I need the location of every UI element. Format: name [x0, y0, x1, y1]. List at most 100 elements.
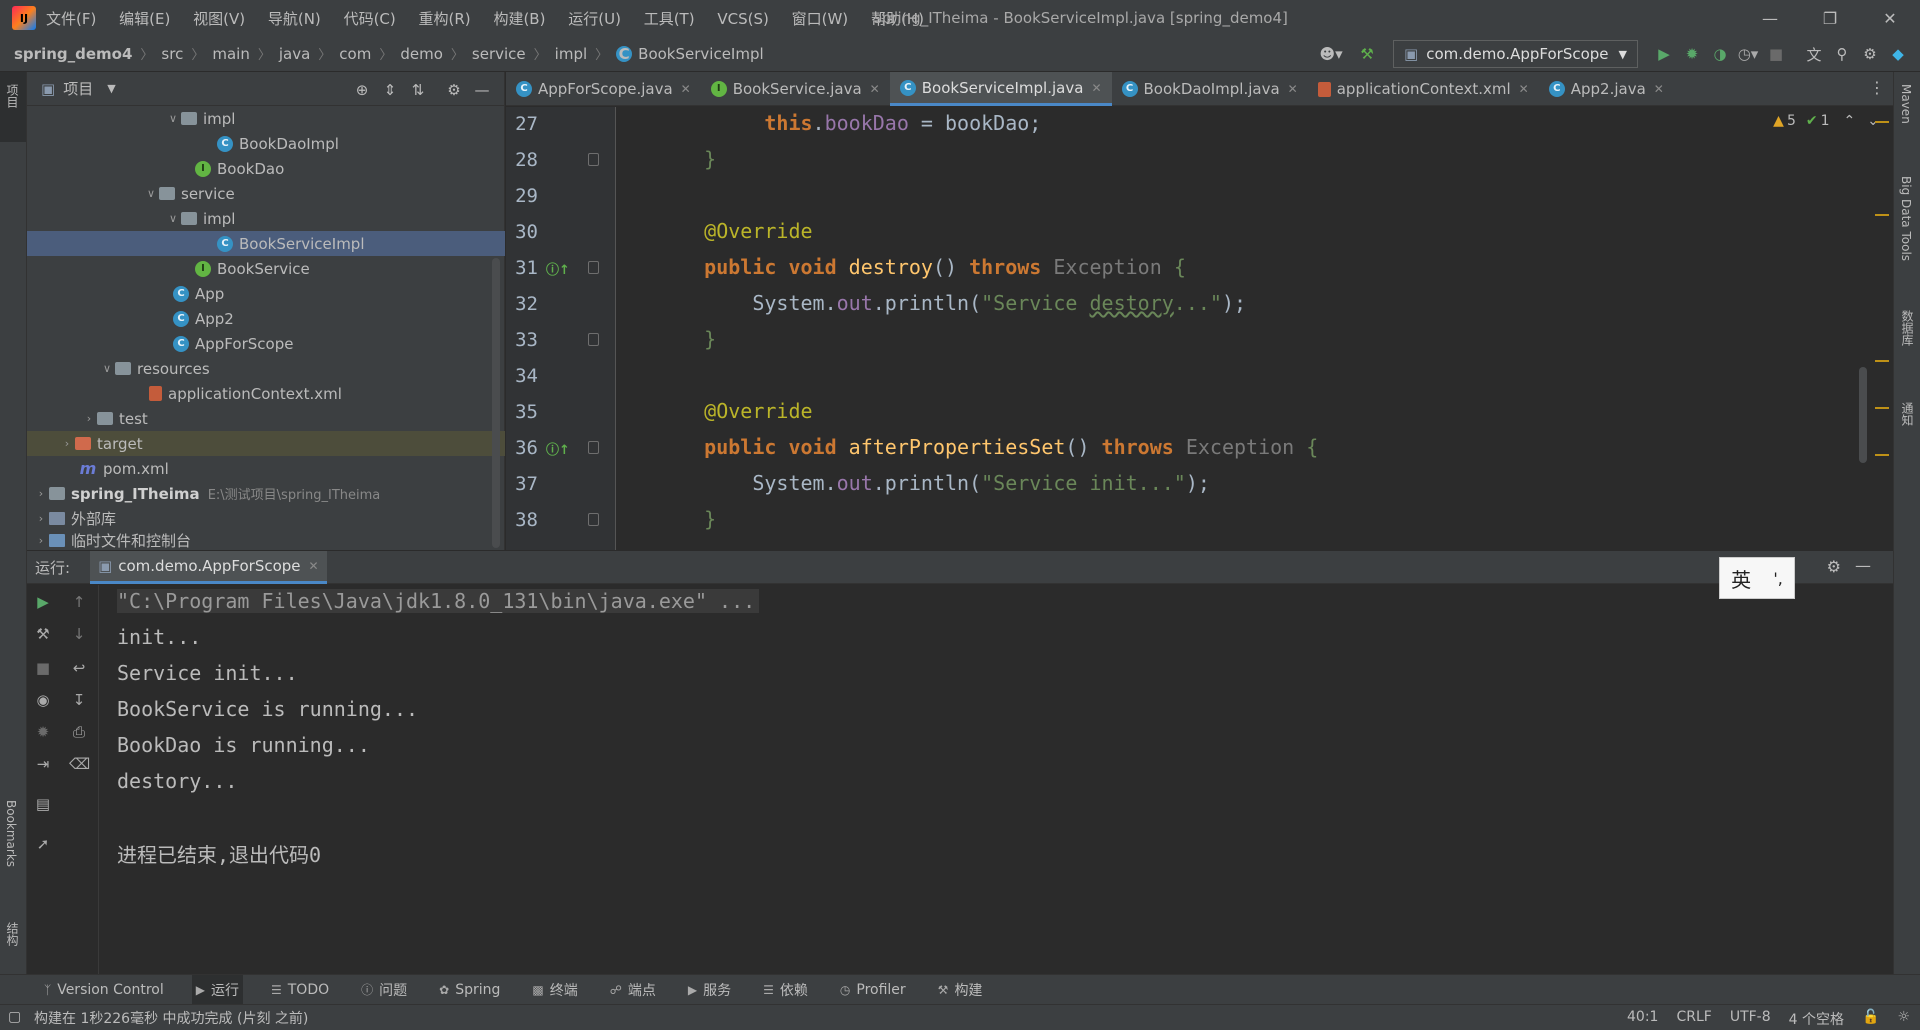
tool-services[interactable]: ▶ 服务 — [684, 975, 735, 1005]
line-separator[interactable]: CRLF — [1676, 1009, 1711, 1029]
build-hammer-icon[interactable]: ⚒ — [1353, 40, 1381, 68]
more-tabs-icon[interactable]: ⋮ — [1869, 78, 1885, 97]
fold-marker-icon[interactable] — [588, 261, 599, 274]
tool-run[interactable]: ▶ 运行 — [191, 974, 243, 1005]
breadcrumb-class[interactable]: BookServiceImpl — [638, 45, 764, 63]
tree-item[interactable]: I BookDao — [27, 156, 505, 181]
menu-vcs[interactable]: VCS(S) — [717, 10, 768, 28]
warning-marker[interactable] — [1875, 407, 1889, 409]
warning-marker[interactable] — [1875, 360, 1889, 362]
translate-icon[interactable]: 文 — [1800, 40, 1828, 68]
menu-navigate[interactable]: 导航(N) — [268, 10, 321, 28]
tool-problems[interactable]: ⓘ 问题 — [357, 975, 411, 1005]
login-icon[interactable]: ⇥ — [33, 755, 53, 775]
stripe-bookmarks-label[interactable]: Bookmarks — [4, 800, 18, 867]
close-icon[interactable]: ✕ — [1654, 82, 1664, 96]
status-message[interactable]: 构建在 1秒226毫秒 中成功完成 (片刻 之前) — [34, 1008, 308, 1028]
tree-item[interactable]: applicationContext.xml — [27, 381, 505, 406]
tab-applicationcontext[interactable]: applicationContext.xml ✕ — [1308, 72, 1539, 106]
close-icon[interactable]: ✕ — [1288, 82, 1298, 96]
gear-icon[interactable]: ⚙ — [1827, 557, 1841, 576]
tool-terminal[interactable]: ▩ 终端 — [528, 975, 581, 1005]
arrow-up-icon[interactable]: ↑ — [69, 593, 89, 613]
close-icon[interactable]: ✕ — [1519, 82, 1529, 96]
console-command-line[interactable]: "C:\Program Files\Java\jdk1.8.0_131\bin\… — [117, 589, 760, 613]
breadcrumb-main[interactable]: main — [212, 45, 249, 63]
stop-icon[interactable]: ■ — [33, 659, 53, 679]
profile-icon[interactable]: ◷▾ — [1734, 40, 1762, 68]
breadcrumb-demo[interactable]: demo — [400, 45, 443, 63]
warning-marker[interactable] — [1875, 214, 1889, 216]
tree-item[interactable]: I BookService — [27, 256, 505, 281]
search-icon[interactable]: ⚲ — [1828, 40, 1856, 68]
fold-marker-icon[interactable] — [588, 441, 599, 454]
debug-bug-icon[interactable]: ✹ — [33, 723, 53, 743]
tool-version-control[interactable]: ᛉ Version Control — [40, 975, 168, 1005]
expand-all-icon[interactable]: ⇕ — [376, 76, 404, 104]
code-editor[interactable]: 27 28 29 30 31 32 33 34 35 36 37 38 ⓘ↑ ⓘ… — [506, 107, 1893, 550]
tab-bookservice[interactable]: I BookService.java ✕ — [701, 72, 890, 106]
implements-method-icon[interactable]: ⓘ↑ — [546, 439, 570, 458]
close-icon[interactable]: ✕ — [681, 82, 691, 96]
chevron-up-icon[interactable]: ⌃ — [1844, 113, 1856, 129]
tree-item[interactable]: › spring_ITheima E:\测试项目\spring_ITheima — [27, 481, 505, 506]
run-configuration-select[interactable]: ▣ com.demo.AppForScope ▼ — [1393, 40, 1638, 68]
layout-icon[interactable]: ▤ — [33, 795, 53, 815]
tree-item[interactable]: ∨ resources — [27, 356, 505, 381]
fold-marker-icon[interactable] — [588, 153, 599, 166]
rerun-icon[interactable]: ▶ — [33, 593, 53, 613]
ime-indicator[interactable]: 英 ', — [1719, 557, 1795, 599]
arrow-down-icon[interactable]: ↓ — [69, 625, 89, 645]
breadcrumb-service[interactable]: service — [472, 45, 526, 63]
camera-icon[interactable]: ◉ — [33, 691, 53, 711]
editor-scrollbar[interactable] — [1859, 367, 1867, 463]
breadcrumb-project[interactable]: spring_demo4 — [14, 45, 132, 63]
tree-item[interactable]: C App — [27, 281, 505, 306]
minimize-icon[interactable]: — — [1740, 0, 1800, 36]
hide-icon[interactable]: — — [468, 76, 496, 104]
stripe-maven-label[interactable]: Maven — [1899, 84, 1913, 124]
stripe-database-label[interactable]: 数据库 — [1899, 310, 1916, 346]
tool-dependencies[interactable]: ☰ 依赖 — [759, 975, 812, 1005]
tree-item[interactable]: › 外部库 — [27, 506, 505, 531]
soft-wrap-icon[interactable]: ↩ — [69, 659, 89, 679]
tree-item[interactable]: C App2 — [27, 306, 505, 331]
menu-tools[interactable]: 工具(T) — [644, 10, 695, 28]
locate-icon[interactable]: ⊕ — [348, 76, 376, 104]
tree-item[interactable]: m pom.xml — [27, 456, 505, 481]
fold-marker-icon[interactable] — [588, 513, 599, 526]
tree-item[interactable]: ∨ impl — [27, 206, 505, 231]
inspection-widget[interactable]: ▲ 5 ✔ 1 ⌃ ⌄ — [1773, 113, 1879, 129]
tree-item[interactable]: › 临时文件和控制台 — [27, 531, 505, 550]
user-icon[interactable]: ☻▾ — [1317, 40, 1345, 68]
lock-icon[interactable]: 🔓 — [1862, 1009, 1879, 1029]
menu-view[interactable]: 视图(V) — [193, 10, 245, 28]
tab-bookdaoimpl[interactable]: C BookDaoImpl.java ✕ — [1112, 72, 1308, 106]
stripe-notifications-label[interactable]: 通知 — [1899, 402, 1916, 426]
collapse-all-icon[interactable]: ⇅ — [404, 76, 432, 104]
tab-bookserviceimpl[interactable]: C BookServiceImpl.java ✕ — [889, 72, 1112, 106]
pin-icon[interactable]: ➚ — [33, 835, 53, 855]
gear-icon[interactable]: ⚙ — [1856, 40, 1884, 68]
warning-marker[interactable] — [1875, 454, 1889, 456]
run-tab[interactable]: ▣ com.demo.AppForScope ✕ — [90, 550, 327, 584]
close-icon[interactable]: ✕ — [1860, 0, 1920, 36]
tree-item[interactable]: › target — [27, 431, 505, 456]
tree-item[interactable]: › test — [27, 406, 505, 431]
restore-icon[interactable]: ❐ — [1800, 0, 1860, 36]
file-encoding[interactable]: UTF-8 — [1730, 1009, 1771, 1029]
menu-window[interactable]: 窗口(W) — [792, 10, 849, 28]
chevron-down-icon[interactable]: ▼ — [107, 82, 115, 95]
tree-item[interactable]: C BookDaoImpl — [27, 131, 505, 156]
caret-position[interactable]: 40:1 — [1627, 1009, 1658, 1029]
menu-refactor[interactable]: 重构(R) — [419, 10, 471, 28]
breadcrumb-java[interactable]: java — [279, 45, 310, 63]
gear-icon[interactable]: ⚙ — [440, 76, 468, 104]
plugin-icon[interactable]: ◆ — [1884, 40, 1912, 68]
menu-code[interactable]: 代码(C) — [344, 10, 396, 28]
close-icon[interactable]: ✕ — [309, 559, 319, 573]
stripe-project-button[interactable]: 项目 — [0, 72, 26, 142]
tree-item[interactable]: ∨ impl — [27, 106, 505, 131]
tree-item[interactable]: ∨ service — [27, 181, 505, 206]
tool-spring[interactable]: ✿ Spring — [435, 975, 504, 1005]
